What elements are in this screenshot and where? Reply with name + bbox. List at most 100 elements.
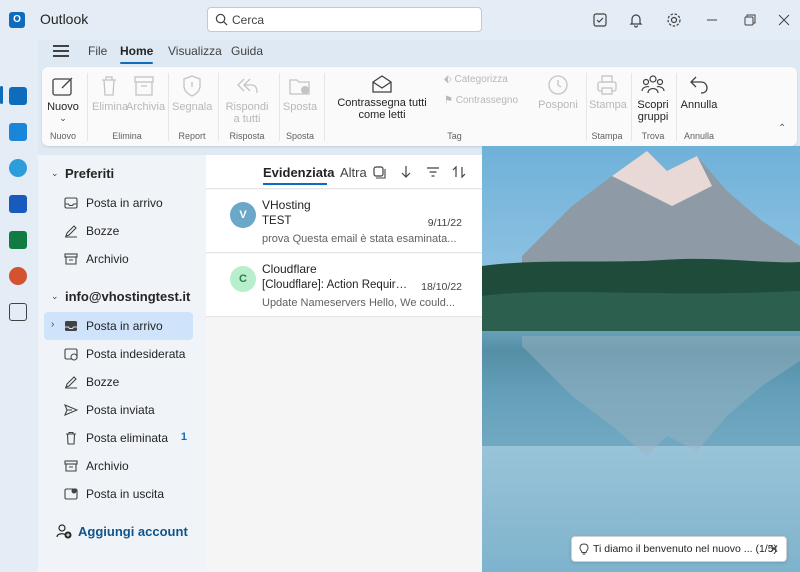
favorite-archive[interactable]: Archivio [44,245,193,273]
undo-icon [690,76,708,94]
apps-icon[interactable] [9,303,27,321]
tab-view[interactable]: Visualizza [168,44,222,58]
snooze-button[interactable]: Posponi [536,73,580,111]
delete-label: Elimina [92,101,129,113]
account-header[interactable]: info@vhostingtest.it [65,289,190,304]
print-button[interactable]: Stampa [589,73,627,111]
excel-app-icon[interactable] [9,231,27,249]
search-icon [215,13,228,26]
mark-all-read-button[interactable]: Contrassegna tutti come letti [329,73,435,121]
word-app-icon[interactable] [9,195,27,213]
group-undo: Annulla [683,131,715,141]
folder-inbox[interactable]: › Posta in arrivo [44,312,193,340]
restore-icon[interactable] [740,10,760,30]
add-account-label: Aggiungi account [78,524,188,539]
message-list: Evidenziata Altra V VHosting TEST 9/11/2… [206,155,482,572]
move-button[interactable]: Sposta [282,73,318,113]
group-respond: Risposta [229,131,265,141]
message-item[interactable]: C Cloudflare [Cloudflare]: Action Requir… [206,254,482,317]
group-report: Report [178,131,206,141]
compose-icon [52,77,73,96]
folder-drafts[interactable]: Bozze [44,368,193,396]
group-find: Trova [641,131,665,141]
favorite-inbox[interactable]: Posta in arrivo [44,189,193,217]
folder-label: Posta indesiderata [86,347,186,361]
tab-home[interactable]: Home [120,44,153,58]
chevron-down-icon[interactable]: ⌄ [51,291,59,302]
hamburger-menu-icon[interactable] [53,45,69,57]
welcome-notice[interactable]: Ti diamo il benvenuto nel nuovo ... (1/5… [571,536,787,562]
tab-focused[interactable]: Evidenziata [263,165,335,180]
gear-icon[interactable] [664,10,684,30]
discover-groups-button[interactable]: Scopri gruppi [634,73,672,123]
sort-icon[interactable] [452,165,466,179]
tab-file[interactable]: File [88,44,107,58]
tab-other[interactable]: Altra [340,165,367,180]
powerpoint-app-icon[interactable] [9,267,27,285]
favorite-drafts[interactable]: Bozze [44,217,193,245]
message-date: 18/10/22 [421,281,462,293]
undo-button[interactable]: Annulla [679,73,719,111]
ribbon-separator [631,73,632,141]
report-label: Segnala [172,101,213,113]
bell-icon[interactable] [626,10,646,30]
mail-app-icon[interactable] [9,87,27,105]
printer-icon [597,75,617,95]
chevron-right-icon[interactable]: › [51,319,54,330]
outlook-logo-icon: O [9,12,25,28]
group-tag: Tag [447,131,462,141]
calendar-app-icon[interactable] [9,123,27,141]
folder-move-icon [289,79,310,95]
notes-icon[interactable] [590,10,610,30]
ribbon-separator [676,73,677,141]
filter-icon[interactable] [426,165,440,179]
report-button[interactable]: Segnala [172,73,212,113]
folder-label: Posta eliminata [86,431,169,445]
folder-deleted[interactable]: Posta eliminata 1 [44,424,193,452]
message-list-header: Evidenziata Altra [206,155,482,189]
folder-label: Bozze [86,224,120,238]
search-box[interactable]: Cerca [207,7,482,32]
message-preview: prova Questa email è stata esaminata... [262,233,457,245]
folder-label: Posta in arrivo [86,196,163,210]
favorites-header[interactable]: Preferiti [65,166,114,181]
close-icon[interactable]: ✕ [769,542,779,556]
collapse-ribbon-icon[interactable]: ⌃ [778,123,786,134]
people-app-icon[interactable] [9,159,27,177]
group-move: Sposta [285,131,315,141]
minimize-icon[interactable] [702,10,722,30]
categorize-button[interactable]: ⬖ Categorizza [444,74,508,85]
search-input[interactable]: Cerca [232,13,264,27]
ribbon-separator [279,73,280,141]
ribbon: Nuovo ⌄ Nuovo Elimina Archivia Elimina S… [42,67,797,146]
message-item[interactable]: V VHosting TEST 9/11/22 prova Questa ema… [206,190,482,253]
folder-outbox[interactable]: Posta in uscita [44,480,193,508]
folder-label: Posta inviata [86,403,155,417]
archive-button[interactable]: Archivia [126,73,166,113]
message-date: 9/11/22 [427,217,462,229]
close-icon[interactable] [774,10,794,30]
chevron-down-icon[interactable]: ⌄ [51,168,59,179]
message-subject: [Cloudflare]: Action Required... [262,279,412,291]
rail-active-indicator [0,86,3,104]
flag-button[interactable]: ⚑ Contrassegno [444,95,518,106]
group-new: Nuovo [49,131,76,141]
notice-text: Ti diamo il benvenuto nel nuovo ... (1/5… [593,543,778,555]
archive-label: Archivia [126,101,166,113]
ribbon-separator [87,73,88,141]
tab-help[interactable]: Guida [231,44,263,58]
folder-junk[interactable]: Posta indesiderata [44,340,193,368]
message-subject: TEST [262,215,292,227]
select-icon[interactable] [372,165,386,179]
app-title: Outlook [40,11,89,27]
junk-icon [64,348,78,361]
jump-to-icon[interactable] [399,165,413,179]
shield-icon [183,75,201,97]
delete-button[interactable]: Elimina [92,73,129,113]
folder-sent[interactable]: Posta inviata [44,396,193,424]
focused-tab-underline [263,183,327,185]
reply-all-button[interactable]: Rispondi a tutti [222,73,272,125]
new-button[interactable]: Nuovo ⌄ [46,73,80,124]
folder-archive[interactable]: Archivio [44,452,193,480]
trash-icon [66,431,76,445]
